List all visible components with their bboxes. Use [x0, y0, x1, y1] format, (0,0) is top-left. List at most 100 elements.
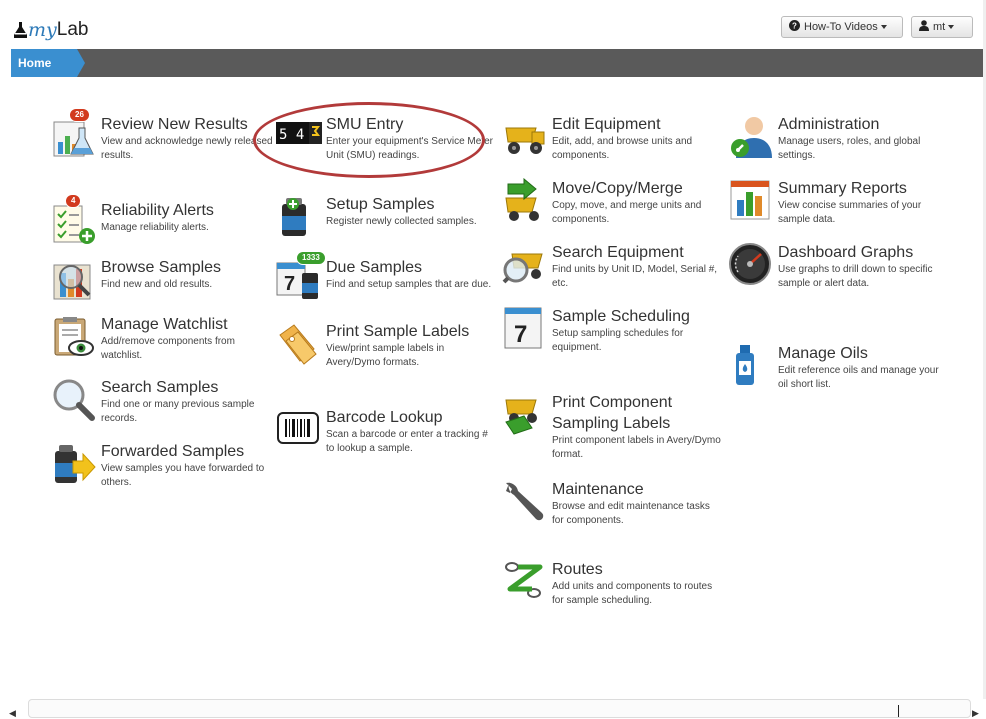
tile-manage-oils[interactable]: Manage Oils Edit reference oils and mana…	[728, 343, 950, 392]
tile-print-sample-labels[interactable]: Print Sample Labels View/print sample la…	[276, 321, 498, 370]
dump-truck-icon	[502, 114, 548, 160]
flask-chart-icon: 26	[51, 108, 97, 160]
tile-title: Reliability Alerts	[101, 202, 214, 219]
reliability-alerts-count-badge: 4	[65, 194, 82, 208]
nav-bar: Home	[11, 49, 986, 77]
flask-logo-icon	[14, 22, 27, 38]
tile-description: Edit reference oils and manage your oil …	[778, 365, 939, 390]
tile-search-samples[interactable]: Search Samples Find one or many previous…	[51, 377, 273, 426]
svg-text:?: ?	[792, 22, 797, 31]
tile-maintenance[interactable]: Maintenance Browse and edit maintenance …	[502, 479, 724, 528]
user-menu-button[interactable]: mt	[911, 16, 973, 38]
scroll-track[interactable]	[28, 699, 971, 718]
horizontal-scrollbar[interactable]	[0, 699, 986, 718]
calendar-day: 7	[284, 273, 295, 295]
route-icon	[502, 559, 548, 605]
tile-description: Scan a barcode or enter a tracking # to …	[326, 429, 488, 454]
tile-manage-watchlist[interactable]: Manage Watchlist Add/remove components f…	[51, 314, 273, 363]
how-to-videos-label: How-To Videos	[804, 21, 878, 33]
tile-browse-samples[interactable]: Browse Samples Find new and old results.	[51, 257, 273, 303]
magnifier-icon	[51, 377, 97, 423]
tile-description: Use graphs to drill down to specific sam…	[778, 264, 933, 289]
scroll-left-arrow-icon[interactable]: ◀	[9, 708, 16, 719]
tile-setup-samples[interactable]: Setup Samples Register newly collected s…	[276, 194, 498, 240]
tile-title: Search Equipment	[552, 244, 684, 261]
mylab-logo[interactable]: my Lab	[14, 18, 88, 42]
truck-arrow-icon	[502, 177, 548, 224]
calendar-bottle-icon: 7 1333	[276, 251, 326, 303]
tile-title: Print Component Sampling Labels	[552, 394, 673, 432]
tile-routes[interactable]: Routes Add units and components to route…	[502, 559, 724, 608]
tile-title: Administration	[778, 116, 880, 133]
tile-title: Barcode Lookup	[326, 409, 443, 426]
calendar-day: 7	[514, 321, 527, 348]
tile-title: Manage Oils	[778, 345, 868, 362]
tile-title: Summary Reports	[778, 180, 907, 197]
smu-entry-highlight-circle	[253, 102, 485, 178]
tile-description: Print component labels in Avery/Dymo for…	[552, 435, 721, 460]
report-chart-icon	[728, 178, 774, 224]
truck-magnifier-icon	[502, 242, 548, 288]
tile-reliability-alerts[interactable]: 4 Reliability Alerts Manage reliability …	[51, 194, 273, 246]
chevron-down-icon	[948, 25, 955, 29]
review-results-count-badge: 26	[69, 108, 90, 122]
clipboard-eye-icon	[51, 314, 97, 360]
tile-title: Dashboard Graphs	[778, 244, 914, 261]
gauge-icon	[728, 242, 774, 288]
truck-label-icon	[502, 392, 548, 438]
tile-sample-scheduling[interactable]: 7 Sample Scheduling Setup sampling sched…	[502, 306, 724, 355]
browse-magnifier-icon	[51, 257, 97, 303]
tile-title: Review New Results	[101, 116, 248, 133]
user-label: mt	[933, 21, 946, 33]
barcode-icon	[276, 407, 322, 453]
tags-icon	[276, 321, 322, 367]
tile-title: Browse Samples	[101, 259, 222, 276]
tile-description: Find one or many previous sample records…	[101, 399, 255, 424]
tile-dashboard-graphs[interactable]: Dashboard Graphs Use graphs to drill dow…	[728, 242, 950, 291]
scroll-thumb[interactable]	[898, 705, 899, 717]
user-icon	[919, 20, 929, 34]
tile-forwarded-samples[interactable]: Forwarded Samples View samples you have …	[51, 441, 273, 490]
scroll-right-arrow-icon[interactable]: ▶	[972, 708, 979, 719]
tile-edit-equipment[interactable]: Edit Equipment Edit, add, and browse uni…	[502, 114, 724, 163]
tile-print-component-sampling-labels[interactable]: Print Component Sampling Labels Print co…	[502, 392, 724, 462]
tile-title: Manage Watchlist	[101, 316, 228, 333]
tile-title: Edit Equipment	[552, 116, 661, 133]
tile-description: Add/remove components from watchlist.	[101, 336, 235, 361]
tile-description: View and acknowledge newly released resu…	[101, 136, 273, 161]
tile-title: Routes	[552, 561, 603, 578]
logo-my: my	[28, 19, 57, 41]
forward-bottle-icon	[51, 441, 97, 487]
how-to-videos-button[interactable]: ? How-To Videos	[781, 16, 903, 38]
tile-description: Browse and edit maintenance tasks for co…	[552, 501, 710, 526]
tile-title: Maintenance	[552, 481, 644, 498]
tile-description: Copy, move, and merge units and componen…	[552, 200, 702, 225]
tile-summary-reports[interactable]: Summary Reports View concise summaries o…	[728, 178, 950, 227]
tile-move-copy-merge[interactable]: Move/Copy/Merge Copy, move, and merge un…	[502, 177, 724, 227]
tile-description: Setup sampling schedules for equipment.	[552, 328, 684, 353]
tile-barcode-lookup[interactable]: Barcode Lookup Scan a barcode or enter a…	[276, 407, 498, 456]
tile-administration[interactable]: Administration Manage users, roles, and …	[728, 114, 950, 163]
tile-search-equipment[interactable]: Search Equipment Find units by Unit ID, …	[502, 242, 724, 291]
tile-description: Find and setup samples that are due.	[326, 279, 492, 290]
tile-description: Register newly collected samples.	[326, 216, 477, 227]
tile-title: Due Samples	[326, 259, 423, 276]
tile-title: Sample Scheduling	[552, 308, 690, 325]
tile-review-new-results[interactable]: 26 Review New Results View and acknowled…	[51, 108, 273, 163]
tile-title: Search Samples	[101, 379, 219, 396]
admin-user-icon	[728, 114, 774, 160]
tile-due-samples[interactable]: 7 1333 Due Samples Find and setup sample…	[276, 251, 498, 303]
question-circle-icon: ?	[789, 20, 800, 34]
top-header: my Lab ? How-To Videos mt	[0, 0, 986, 48]
breadcrumb-home[interactable]: Home	[11, 49, 85, 77]
tile-title: Print Sample Labels	[326, 323, 470, 340]
wrench-icon	[502, 479, 548, 525]
logo-lab: Lab	[56, 19, 89, 40]
tile-description: Find new and old results.	[101, 279, 213, 290]
chevron-down-icon	[880, 25, 887, 29]
due-samples-count-badge: 1333	[296, 251, 326, 265]
tile-description: View samples you have forwarded to other…	[101, 463, 265, 488]
tile-description: Manage reliability alerts.	[101, 222, 209, 233]
calendar-icon: 7	[502, 306, 548, 352]
oil-bottle-icon	[728, 343, 774, 389]
